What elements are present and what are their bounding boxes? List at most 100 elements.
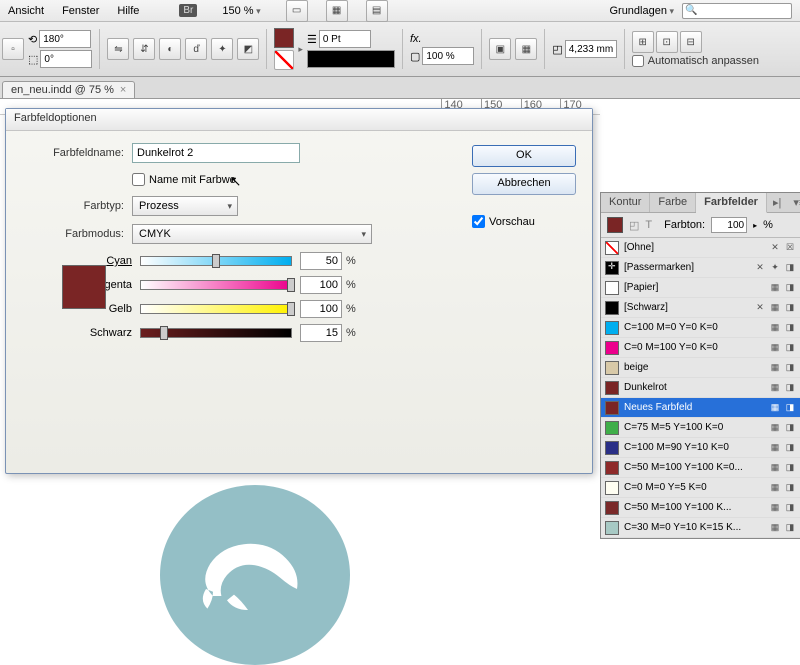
- tab-farbe[interactable]: Farbe: [650, 193, 696, 212]
- swatch-row[interactable]: C=100 M=0 Y=0 K=0▦◨: [601, 318, 800, 338]
- swatch-row[interactable]: beige▦◨: [601, 358, 800, 378]
- zoom-dropdown[interactable]: 150 %: [215, 3, 267, 19]
- magenta-value[interactable]: [300, 276, 342, 294]
- yellow-slider[interactable]: [140, 304, 292, 314]
- tab-farbfelder[interactable]: Farbfelder: [696, 193, 767, 213]
- swatch-chip: [605, 341, 619, 355]
- swatch-row[interactable]: C=0 M=100 Y=0 K=0▦◨: [601, 338, 800, 358]
- ok-button[interactable]: OK: [472, 145, 576, 167]
- wrap-none-icon[interactable]: ▣: [489, 38, 511, 60]
- mode-icon: ◨: [784, 322, 796, 334]
- corner-icon[interactable]: ◩: [237, 38, 259, 60]
- screen-mode-icon[interactable]: ▭: [286, 0, 308, 22]
- swatch-chip: [605, 461, 619, 475]
- swatch-name: [Schwarz]: [624, 302, 749, 313]
- fill-swatch[interactable]: [274, 28, 294, 48]
- croissant-logo: [160, 485, 350, 665]
- swatch-chip: [605, 421, 619, 435]
- swatch-chip: [605, 321, 619, 335]
- mode-icon: ◨: [784, 382, 796, 394]
- black-value[interactable]: [300, 324, 342, 342]
- swatch-name: C=100 M=90 Y=10 K=0: [624, 442, 764, 453]
- menu-fenster[interactable]: Fenster: [62, 5, 99, 17]
- name-with-value-checkbox[interactable]: [132, 173, 145, 186]
- cancel-button[interactable]: Abbrechen: [472, 173, 576, 195]
- type-icon: ▦: [769, 482, 781, 494]
- text-icon[interactable]: T: [645, 219, 652, 231]
- autofit-checkbox[interactable]: [632, 55, 644, 67]
- swatch-row[interactable]: C=0 M=0 Y=5 K=0▦◨: [601, 478, 800, 498]
- flip-v-icon[interactable]: ⇵: [133, 38, 155, 60]
- rotation-2[interactable]: [40, 50, 92, 68]
- close-tab-icon[interactable]: ×: [120, 84, 126, 96]
- tab-kontur[interactable]: Kontur: [601, 193, 650, 212]
- swatch-row[interactable]: C=50 M=100 Y=100 K=0...▦◨: [601, 458, 800, 478]
- crop-field[interactable]: [565, 40, 617, 58]
- document-tab-label: en_neu.indd @ 75 %: [11, 84, 114, 96]
- panel-collapse-icon[interactable]: ▸|: [767, 193, 787, 212]
- stroke-swatch[interactable]: [274, 50, 294, 70]
- swatch-row[interactable]: C=75 M=5 Y=100 K=0▦◨: [601, 418, 800, 438]
- swatch-name-input[interactable]: [132, 143, 300, 163]
- magenta-slider[interactable]: [140, 280, 292, 290]
- farbton-arrow-icon[interactable]: ▸: [753, 221, 757, 230]
- type-icon: ▦: [769, 442, 781, 454]
- stroke-style[interactable]: [307, 50, 395, 68]
- stroke-weight[interactable]: [319, 30, 371, 48]
- container-icon[interactable]: ◰: [629, 219, 639, 232]
- menu-ansicht[interactable]: Ansicht: [8, 5, 44, 17]
- arrange-icon[interactable]: ▦: [326, 0, 348, 22]
- farbton-label: Farbton:: [664, 219, 705, 231]
- type-icon: ▦: [769, 302, 781, 314]
- swatch-name: beige: [624, 362, 764, 373]
- type-icon: ▦: [769, 382, 781, 394]
- center-icon[interactable]: ⊟: [680, 31, 702, 53]
- flip-h-icon[interactable]: ⇋: [107, 38, 129, 60]
- effects-icon[interactable]: ◐: [159, 38, 181, 60]
- document-tab[interactable]: en_neu.indd @ 75 % ×: [2, 81, 135, 98]
- black-slider[interactable]: [140, 328, 292, 338]
- type-icon[interactable]: ď: [185, 38, 207, 60]
- swatch-row[interactable]: [Ohne]✕☒: [601, 238, 800, 258]
- swatch-row[interactable]: [Passermarken]✕✦◨: [601, 258, 800, 278]
- lock-icon: ✕: [769, 242, 781, 254]
- transform-icon[interactable]: ✦: [211, 38, 233, 60]
- rotation-1[interactable]: [39, 30, 91, 48]
- view-icon[interactable]: ▤: [366, 0, 388, 22]
- type-icon: ▦: [769, 322, 781, 334]
- fit-content-icon[interactable]: ⊞: [632, 31, 654, 53]
- colormode-dropdown[interactable]: CMYK: [132, 224, 372, 244]
- search-input[interactable]: [682, 3, 792, 19]
- type-icon: ▦: [769, 402, 781, 414]
- preview-label: Vorschau: [489, 216, 535, 228]
- cyan-value[interactable]: [300, 252, 342, 270]
- yellow-value[interactable]: [300, 300, 342, 318]
- swatch-row[interactable]: C=50 M=100 Y=100 K...▦◨: [601, 498, 800, 518]
- swatch-row[interactable]: Neues Farbfeld▦◨: [601, 398, 800, 418]
- cyan-slider[interactable]: [140, 256, 292, 266]
- swatch-row[interactable]: Dunkelrot▦◨: [601, 378, 800, 398]
- fit-frame-icon[interactable]: ⊡: [656, 31, 678, 53]
- swatch-row[interactable]: [Schwarz]✕▦◨: [601, 298, 800, 318]
- fill-stroke-toggle[interactable]: [607, 217, 623, 233]
- anchor-icon[interactable]: ▫: [2, 38, 24, 60]
- fx-icon[interactable]: fx.: [410, 33, 422, 45]
- swatch-chip: [605, 501, 619, 515]
- bridge-button[interactable]: Br: [179, 4, 197, 17]
- swatch-name: C=50 M=100 Y=100 K=0...: [624, 462, 764, 473]
- wrap-bound-icon[interactable]: ▦: [515, 38, 537, 60]
- swatch-name: [Passermarken]: [624, 262, 749, 273]
- panel-menu-icon[interactable]: ▾≡: [787, 193, 800, 212]
- swatch-row[interactable]: [Papier]▦◨: [601, 278, 800, 298]
- cursor-icon: ↖: [230, 173, 242, 190]
- opacity-field[interactable]: [422, 47, 474, 65]
- swatch-row[interactable]: C=100 M=90 Y=10 K=0▦◨: [601, 438, 800, 458]
- menu-hilfe[interactable]: Hilfe: [117, 5, 139, 17]
- farbton-input[interactable]: [711, 217, 747, 233]
- swatch-row[interactable]: C=30 M=0 Y=10 K=15 K...▦◨: [601, 518, 800, 538]
- workspace-dropdown[interactable]: Grundlagen: [609, 5, 674, 17]
- swatch-chip: [605, 301, 619, 315]
- chevron-icon: ▸: [298, 44, 303, 55]
- colortype-dropdown[interactable]: Prozess: [132, 196, 238, 216]
- preview-checkbox[interactable]: [472, 215, 485, 228]
